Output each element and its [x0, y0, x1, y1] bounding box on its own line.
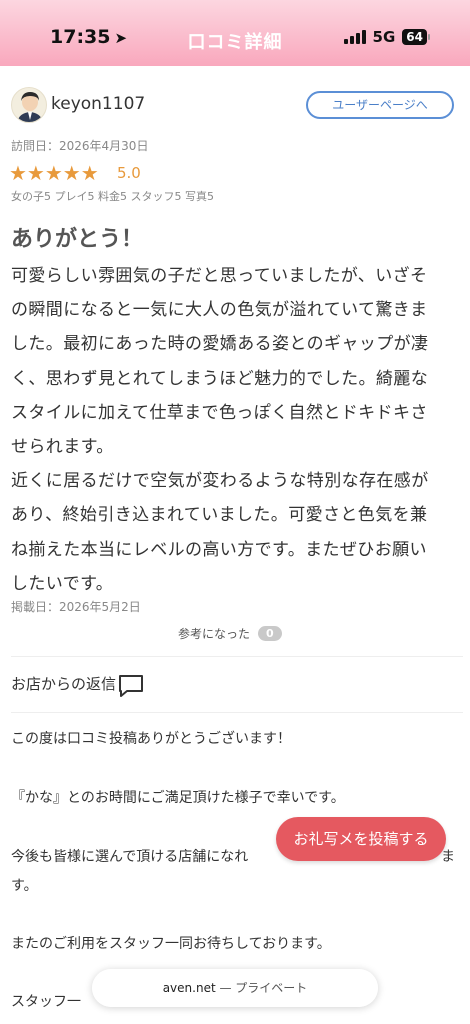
reply-line: この度は口コミ投稿ありがとうございます！: [11, 731, 291, 747]
review-body-line: 可愛らしい雰囲気の子だと思っていましたが、いざそ: [11, 266, 428, 286]
helpful-count: 0: [258, 626, 282, 641]
avatar-person-icon: [17, 92, 43, 122]
review-body-line: の瞬間になると一気に大人の色気が溢れていて驚きま: [11, 300, 428, 321]
signal-icon: [343, 30, 366, 44]
sub-ratings: 女の子5 プレイ5 料金5 スタッフ5 写真5: [11, 190, 214, 203]
reply-line-tail: ま: [441, 849, 455, 865]
reply-line: す。: [11, 878, 38, 894]
review-body-line: スタイルに加えて仕草まで色っぽく自然とドキドキさ: [11, 402, 428, 423]
reply-heading-label: お店からの返信: [11, 675, 117, 693]
network-type: 5G: [372, 28, 396, 46]
review-body-line: せられます。: [11, 437, 114, 458]
review-body: 可愛らしい雰囲気の子だと思っていましたが、いざそ の瞬間になると一気に大人の色気…: [11, 259, 463, 601]
divider: [11, 656, 463, 657]
user-page-button[interactable]: ユーザーページへ: [306, 91, 454, 119]
reply-line: 『かな』とのお時間にご満足頂けた様子で幸いです。: [11, 790, 345, 806]
visit-date: 訪問日：2026年4月30日: [11, 139, 149, 153]
app-header: 17:35 ➤ 口コミ詳細 5G 64: [0, 0, 470, 66]
reply-line: またのご利用をスタッフ一同お待ちしております。: [11, 936, 331, 952]
private-mode-label: — プライベート: [215, 981, 308, 995]
review-body-line: あり、終始引き込まれていました。可愛さと色気を兼: [11, 505, 428, 526]
battery-icon: 64: [402, 29, 430, 45]
url-domain: aven.net: [162, 981, 216, 995]
speech-bubble-icon: [119, 675, 144, 697]
star-rating: ★★★★★: [9, 161, 99, 185]
helpful-label: 参考になった: [178, 627, 251, 641]
review-body-line: したいです。: [11, 573, 114, 594]
battery-level: 64: [402, 29, 427, 45]
divider: [11, 712, 463, 713]
review-body-line: した。最初にあった時の愛嬌ある姿とのギャップが凄: [11, 334, 429, 355]
reply-heading: お店からの返信: [11, 673, 144, 699]
reviewer-username[interactable]: keyon1107: [51, 94, 145, 114]
rating-value: 5.0: [117, 164, 141, 182]
post-thank-you-photo-button[interactable]: お礼写メを投稿する: [276, 817, 446, 861]
post-date: 掲載日：2026年5月2日: [11, 600, 141, 614]
review-body-line: 近くに居るだけで空気が変わるような特別な存在感が: [11, 471, 429, 492]
review-body-line: ね揃えた本当にレベルの高い方です。またぜひお願い: [11, 539, 427, 560]
avatar[interactable]: [11, 87, 47, 123]
browser-url-bar[interactable]: aven.net — プライベート: [92, 969, 378, 1007]
review-body-line: く、思わず見とれてしまうほど魅力的でした。綺麗な: [11, 368, 429, 389]
helpful-button[interactable]: 参考になった 0: [178, 625, 282, 642]
review-title: ありがとう！: [11, 227, 144, 252]
status-indicators: 5G 64: [343, 28, 430, 46]
